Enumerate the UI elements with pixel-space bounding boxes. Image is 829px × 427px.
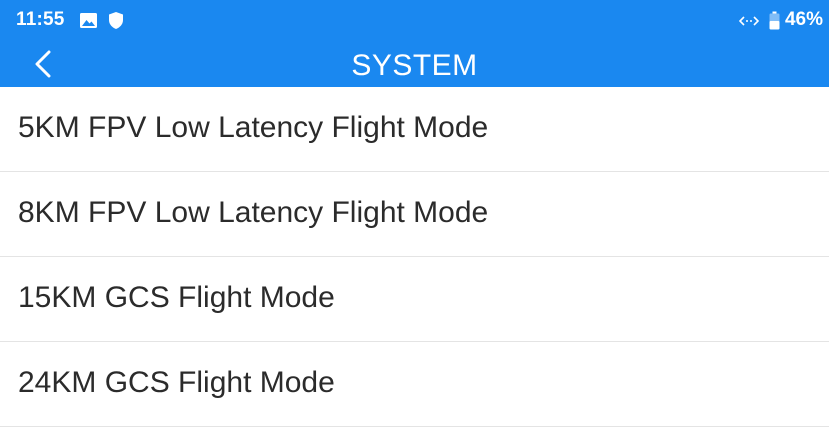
battery-percentage: 46% (784, 9, 823, 30)
status-bar: 11:55 46% (0, 0, 829, 40)
mode-item-label: 8KM FPV Low Latency Flight Mode (18, 196, 489, 229)
status-right: 46% (738, 9, 823, 31)
mode-item-24km-gcs[interactable]: 24KM GCS Flight Mode (0, 342, 829, 427)
mode-item-8km-fpv[interactable]: 8KM FPV Low Latency Flight Mode (0, 172, 829, 257)
link-icon (738, 14, 760, 26)
gallery-icon (79, 11, 98, 30)
status-time: 11:55 (16, 9, 65, 30)
page-title: SYSTEM (351, 49, 478, 82)
battery-icon (769, 11, 780, 30)
mode-item-5km-fpv[interactable]: 5KM FPV Low Latency Flight Mode (0, 87, 829, 172)
mode-item-label: 15KM GCS Flight Mode (18, 281, 335, 314)
status-left: 11:55 (16, 9, 124, 31)
mode-item-15km-gcs[interactable]: 15KM GCS Flight Mode (0, 257, 829, 342)
shield-icon (108, 11, 124, 30)
title-bar: SYSTEM (0, 40, 829, 87)
system-screen: 11:55 46% SYSTEM 5KM FPV Low Latency Fli… (0, 0, 829, 427)
mode-item-label: 5KM FPV Low Latency Flight Mode (18, 111, 489, 144)
mode-item-label: 24KM GCS Flight Mode (18, 366, 335, 399)
flight-mode-list: 5KM FPV Low Latency Flight Mode 8KM FPV … (0, 87, 829, 427)
